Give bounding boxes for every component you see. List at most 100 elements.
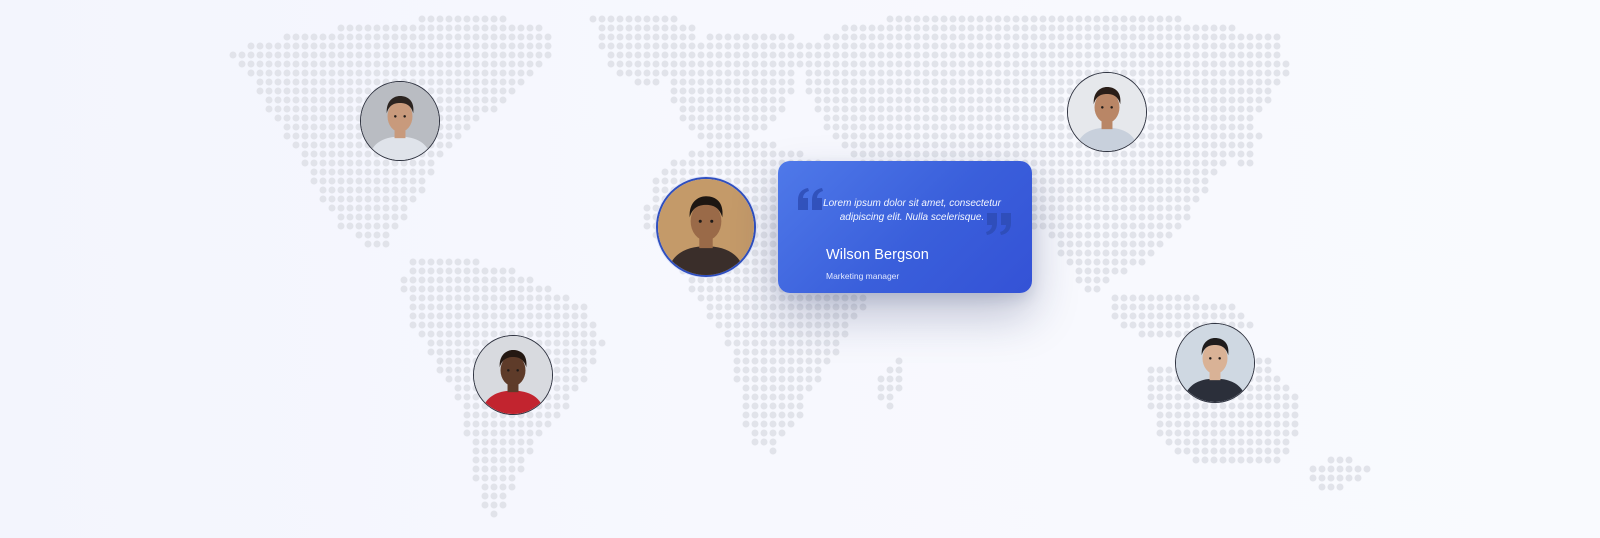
map-dot — [877, 105, 885, 113]
map-dot — [1129, 177, 1137, 185]
map-dot — [724, 168, 732, 176]
avatar-featured[interactable] — [656, 177, 756, 277]
map-dot — [1219, 438, 1227, 446]
map-dot — [652, 15, 660, 23]
map-dot — [1129, 69, 1137, 77]
map-dot — [508, 285, 516, 293]
map-dot — [886, 51, 894, 59]
map-dot — [499, 492, 507, 500]
map-dot — [427, 321, 435, 329]
map-dot — [868, 24, 876, 32]
map-dot — [796, 411, 804, 419]
map-dot — [1219, 69, 1227, 77]
map-dot — [859, 114, 867, 122]
map-dot — [310, 33, 318, 41]
map-dot — [283, 42, 291, 50]
map-dot — [400, 69, 408, 77]
map-dot — [1039, 177, 1047, 185]
map-dot — [526, 429, 534, 437]
map-dot — [427, 78, 435, 86]
map-dot — [1057, 240, 1065, 248]
map-dot — [301, 60, 309, 68]
map-dot — [697, 96, 705, 104]
map-dot — [373, 177, 381, 185]
map-dot — [958, 33, 966, 41]
map-dot — [976, 114, 984, 122]
map-dot — [301, 51, 309, 59]
map-dot — [310, 51, 318, 59]
avatar-north-america[interactable] — [360, 81, 440, 161]
map-dot — [859, 123, 867, 131]
map-dot — [445, 267, 453, 275]
map-dot — [1345, 456, 1353, 464]
map-dot — [832, 42, 840, 50]
map-dot — [463, 33, 471, 41]
map-dot — [1066, 15, 1074, 23]
map-dot — [958, 150, 966, 158]
map-dot — [1147, 105, 1155, 113]
map-dot — [256, 42, 264, 50]
map-dot — [967, 78, 975, 86]
map-dot — [283, 87, 291, 95]
map-dot — [328, 168, 336, 176]
map-dot — [445, 321, 453, 329]
avatar-south-america[interactable] — [473, 335, 553, 415]
map-dot — [742, 132, 750, 140]
avatar-asia[interactable] — [1067, 72, 1147, 152]
map-dot — [1057, 51, 1065, 59]
map-dot — [805, 69, 813, 77]
map-dot — [1165, 393, 1173, 401]
map-dot — [688, 60, 696, 68]
map-dot — [697, 78, 705, 86]
map-dot — [508, 312, 516, 320]
map-dot — [274, 42, 282, 50]
map-dot — [733, 357, 741, 365]
map-dot — [940, 141, 948, 149]
map-dot — [1147, 402, 1155, 410]
map-dot — [1129, 42, 1137, 50]
map-dot — [1120, 303, 1128, 311]
map-dot — [499, 456, 507, 464]
map-dot — [1147, 384, 1155, 392]
map-dot — [1183, 195, 1191, 203]
map-dot — [472, 456, 480, 464]
map-dot — [436, 42, 444, 50]
map-dot — [481, 285, 489, 293]
map-dot — [1246, 114, 1254, 122]
avatar-australia[interactable] — [1175, 323, 1255, 403]
map-dot — [400, 51, 408, 59]
map-dot — [346, 168, 354, 176]
map-dot — [265, 87, 273, 95]
map-dot — [1237, 105, 1245, 113]
map-dot — [472, 51, 480, 59]
map-dot — [1084, 168, 1092, 176]
map-dot — [1057, 150, 1065, 158]
map-dot — [337, 132, 345, 140]
map-dot — [454, 33, 462, 41]
map-dot — [769, 321, 777, 329]
map-dot — [904, 69, 912, 77]
map-dot — [337, 24, 345, 32]
map-dot — [832, 348, 840, 356]
map-dot — [769, 420, 777, 428]
map-dot — [454, 348, 462, 356]
map-dot — [490, 285, 498, 293]
map-dot — [1156, 366, 1164, 374]
map-dot — [346, 177, 354, 185]
map-dot — [841, 96, 849, 104]
map-dot — [1228, 429, 1236, 437]
map-dot — [877, 141, 885, 149]
map-dot — [481, 78, 489, 86]
map-dot — [346, 204, 354, 212]
map-dot — [1084, 42, 1092, 50]
map-dot — [1129, 240, 1137, 248]
map-dot — [1048, 69, 1056, 77]
map-dot — [1012, 123, 1020, 131]
map-dot — [1156, 429, 1164, 437]
map-dot — [373, 195, 381, 203]
map-dot — [733, 150, 741, 158]
map-dot — [1183, 321, 1191, 329]
map-dot — [832, 321, 840, 329]
map-dot — [940, 42, 948, 50]
map-dot — [1174, 33, 1182, 41]
